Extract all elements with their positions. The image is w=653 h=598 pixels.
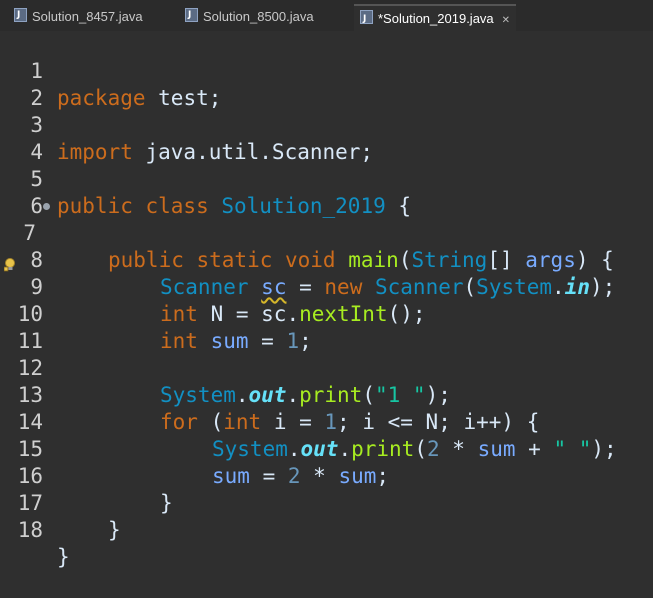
code-text: } xyxy=(108,518,121,542)
code-line: 18 } xyxy=(0,490,653,569)
code-line: 15 sum = 2 * sum; xyxy=(0,409,653,488)
code-line: 3 import java.util.Scanner; xyxy=(0,85,653,164)
code-line: 12 System.out.print("1 "); xyxy=(0,328,653,407)
code-line: 2 xyxy=(0,58,653,110)
code-line: 11 xyxy=(0,301,653,353)
java-file-icon xyxy=(185,4,198,26)
code-line: 10 int sum = 1; xyxy=(0,274,653,353)
tab-solution-2019[interactable]: *Solution_2019.java✕ xyxy=(354,4,517,32)
code-line: 5 public class Solution_2019 { xyxy=(0,139,653,218)
tab-label: Solution_8457.java xyxy=(32,9,143,24)
code-line: 7 public static void main(String[] args)… xyxy=(0,193,653,272)
tab-solution-8500[interactable]: Solution_8500.java xyxy=(185,4,314,28)
code-line: 4 xyxy=(0,112,653,164)
code-line: 1 package test; xyxy=(0,31,653,110)
code-text: } xyxy=(57,545,70,569)
code-line: 16 } xyxy=(0,436,653,515)
code-line: 14 System.out.print(2 * sum + " "); xyxy=(0,382,653,461)
code-line: 8 Scanner sc = new Scanner(System.in); xyxy=(0,220,653,299)
code-line: 17 } xyxy=(0,463,653,542)
code-line: 13 for (int i = 1; i <= N; i++) { xyxy=(0,355,653,434)
code-editor[interactable]: 1 package test; 2 3 import java.util.Sca… xyxy=(0,31,653,569)
line-number: 18 xyxy=(17,518,43,542)
editor-tab-bar: Solution_8457.java Solution_8500.java *S… xyxy=(0,0,653,32)
code-line: 9 int N = sc.nextInt(); xyxy=(0,247,653,326)
code-line: 6 xyxy=(0,166,653,218)
tab-label: Solution_8500.java xyxy=(203,9,314,24)
tab-label: *Solution_2019.java xyxy=(378,11,494,26)
java-file-icon xyxy=(14,4,27,26)
tab-solution-8457[interactable]: Solution_8457.java xyxy=(14,4,143,28)
java-file-icon xyxy=(360,6,373,32)
